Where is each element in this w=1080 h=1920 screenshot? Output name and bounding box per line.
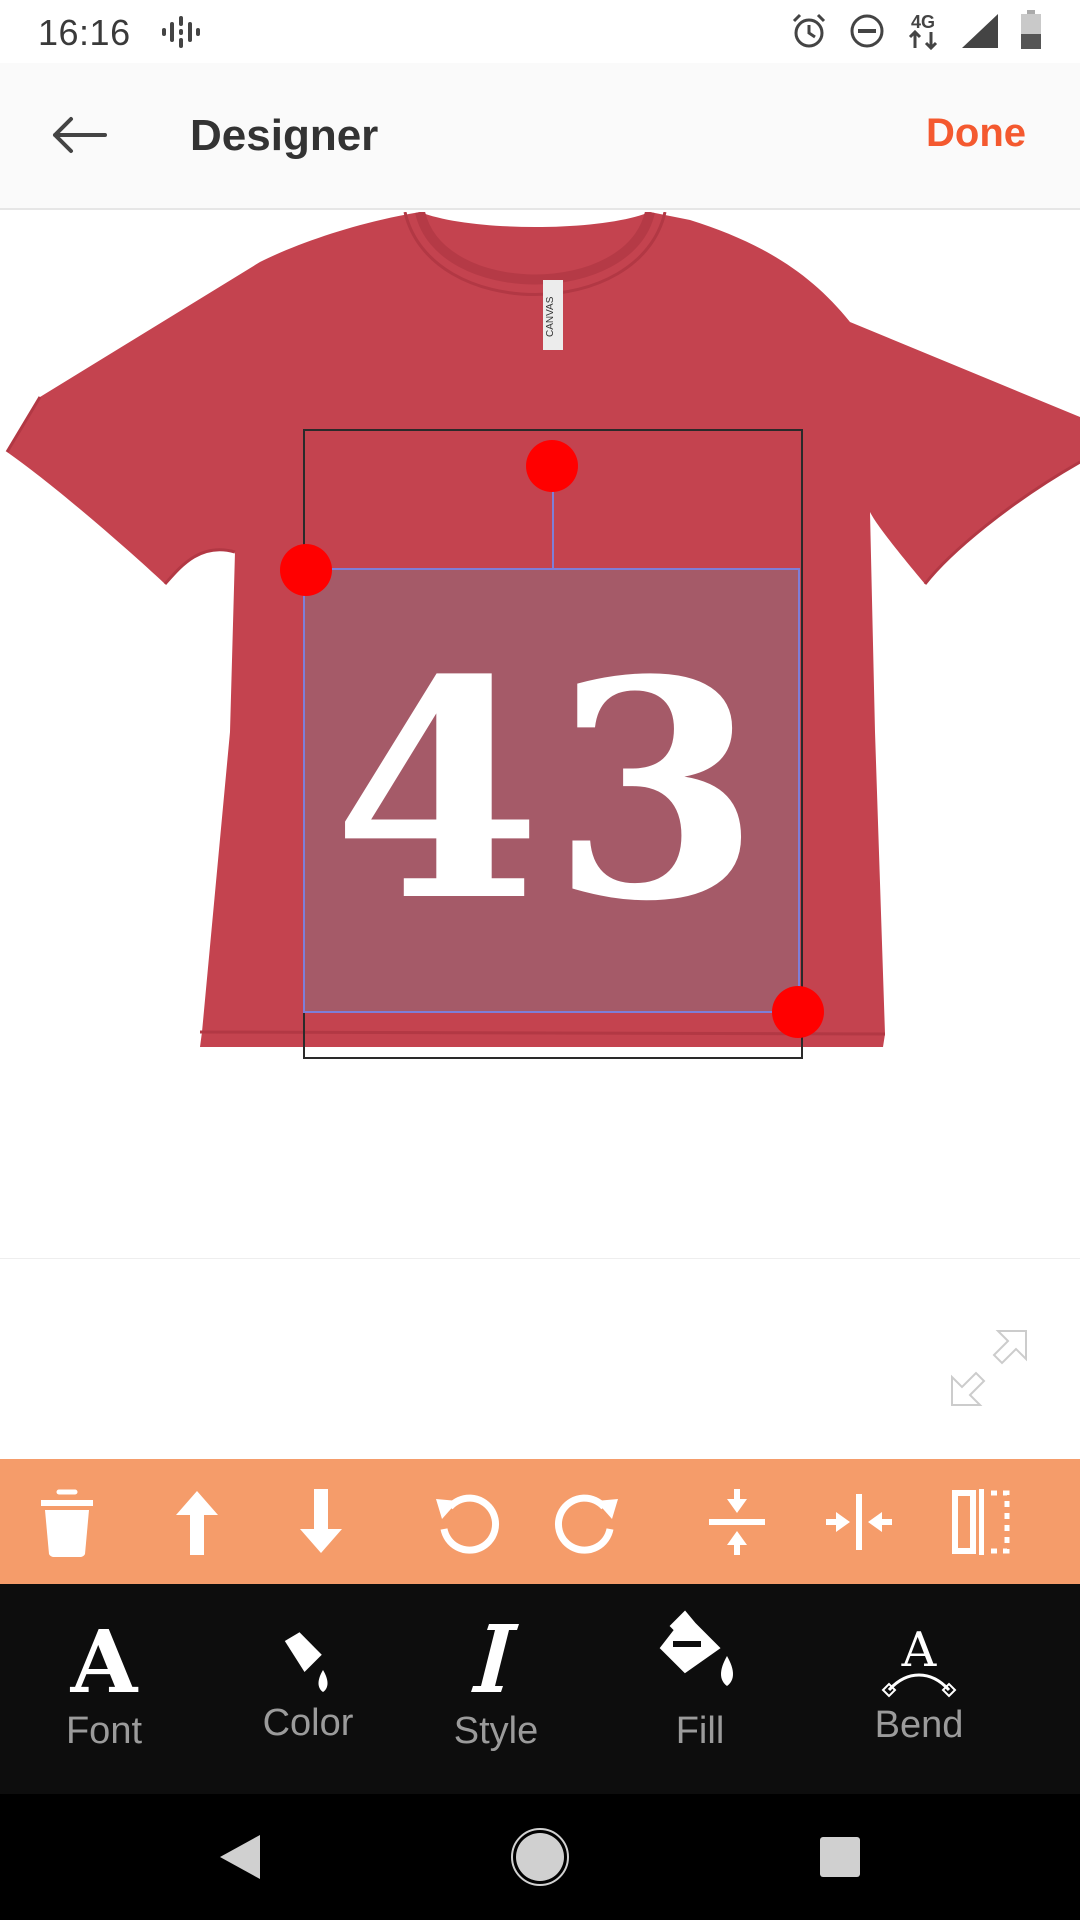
move-up-icon bbox=[176, 1491, 218, 1555]
rotate-right-button[interactable] bbox=[542, 1477, 632, 1567]
design-text[interactable]: 43 bbox=[303, 568, 800, 1013]
center-vertical-icon bbox=[709, 1489, 765, 1555]
svg-text:A: A bbox=[70, 1618, 139, 1698]
edit-toolbar bbox=[0, 1459, 1080, 1584]
design-canvas[interactable]: CANVAS 43 bbox=[0, 212, 1080, 1406]
trash-icon bbox=[41, 1489, 93, 1557]
nav-home-button[interactable] bbox=[510, 1827, 570, 1887]
system-nav-bar bbox=[0, 1794, 1080, 1920]
recents-square-icon bbox=[820, 1837, 860, 1877]
delete-button[interactable] bbox=[22, 1477, 112, 1567]
rotate-right-icon bbox=[554, 1494, 618, 1554]
network-4g-icon: 4G bbox=[904, 10, 942, 57]
flip-horizontal-icon bbox=[952, 1489, 1010, 1555]
move-up-button[interactable] bbox=[152, 1477, 242, 1567]
podcast-icon bbox=[160, 14, 202, 55]
center-horizontal-button[interactable] bbox=[814, 1477, 904, 1567]
center-vertical-button[interactable] bbox=[692, 1477, 782, 1567]
svg-text:A: A bbox=[901, 1622, 938, 1678]
bend-text-icon: A bbox=[881, 1622, 957, 1698]
done-button[interactable]: Done bbox=[926, 111, 1026, 156]
tab-font-label: Font bbox=[65, 1710, 143, 1752]
tab-fill[interactable]: Fill bbox=[610, 1584, 790, 1794]
status-time: 16:16 bbox=[38, 12, 131, 53]
rotate-left-icon bbox=[436, 1494, 500, 1554]
nav-recents-button[interactable] bbox=[810, 1827, 870, 1887]
status-bar: 16:16 4G bbox=[0, 0, 1080, 63]
signal-icon bbox=[960, 12, 1000, 55]
move-down-button[interactable] bbox=[276, 1477, 366, 1567]
back-triangle-icon bbox=[220, 1835, 260, 1879]
flip-horizontal-button[interactable] bbox=[936, 1477, 1026, 1567]
shirt-tag-text: CANVAS bbox=[545, 296, 556, 337]
rotate-handle[interactable] bbox=[526, 440, 578, 492]
expand-icon bbox=[951, 1330, 1027, 1406]
delete-handle[interactable] bbox=[280, 544, 332, 596]
font-icon: A bbox=[70, 1618, 139, 1698]
resize-handle[interactable] bbox=[772, 986, 824, 1038]
fill-icon bbox=[659, 1610, 733, 1686]
battery-icon bbox=[1020, 10, 1042, 55]
back-button[interactable] bbox=[40, 103, 118, 167]
svg-text:4G: 4G bbox=[911, 12, 935, 32]
alarm-icon bbox=[790, 12, 828, 55]
move-down-icon bbox=[300, 1489, 342, 1553]
tool-tabs: A Font Color Style Fill A Bend bbox=[0, 1584, 1080, 1794]
home-circle-icon bbox=[511, 1828, 569, 1886]
page-title: Designer bbox=[190, 111, 379, 160]
rotate-line bbox=[552, 480, 554, 568]
tab-color-label: Color bbox=[262, 1702, 354, 1744]
rotate-left-button[interactable] bbox=[422, 1477, 512, 1567]
tab-fill-label: Fill bbox=[675, 1710, 725, 1752]
nav-back-button[interactable] bbox=[210, 1827, 270, 1887]
paint-bucket-icon bbox=[284, 1632, 328, 1692]
tab-font[interactable]: A Font bbox=[14, 1584, 194, 1794]
tab-color[interactable]: Color bbox=[218, 1584, 398, 1794]
tab-style-label: Style bbox=[453, 1710, 539, 1752]
more-tools-button[interactable] bbox=[1060, 1477, 1080, 1567]
do-not-disturb-icon bbox=[848, 12, 886, 55]
app-bar: Designer Done bbox=[0, 63, 1080, 210]
italic-icon bbox=[471, 1624, 519, 1692]
center-horizontal-icon bbox=[826, 1494, 892, 1550]
tab-bend-label: Bend bbox=[874, 1704, 964, 1746]
fullscreen-button[interactable] bbox=[946, 1325, 1030, 1409]
arrow-left-icon bbox=[53, 117, 107, 153]
tab-bend[interactable]: A Bend bbox=[829, 1584, 1009, 1794]
tab-style[interactable]: Style bbox=[406, 1584, 586, 1794]
